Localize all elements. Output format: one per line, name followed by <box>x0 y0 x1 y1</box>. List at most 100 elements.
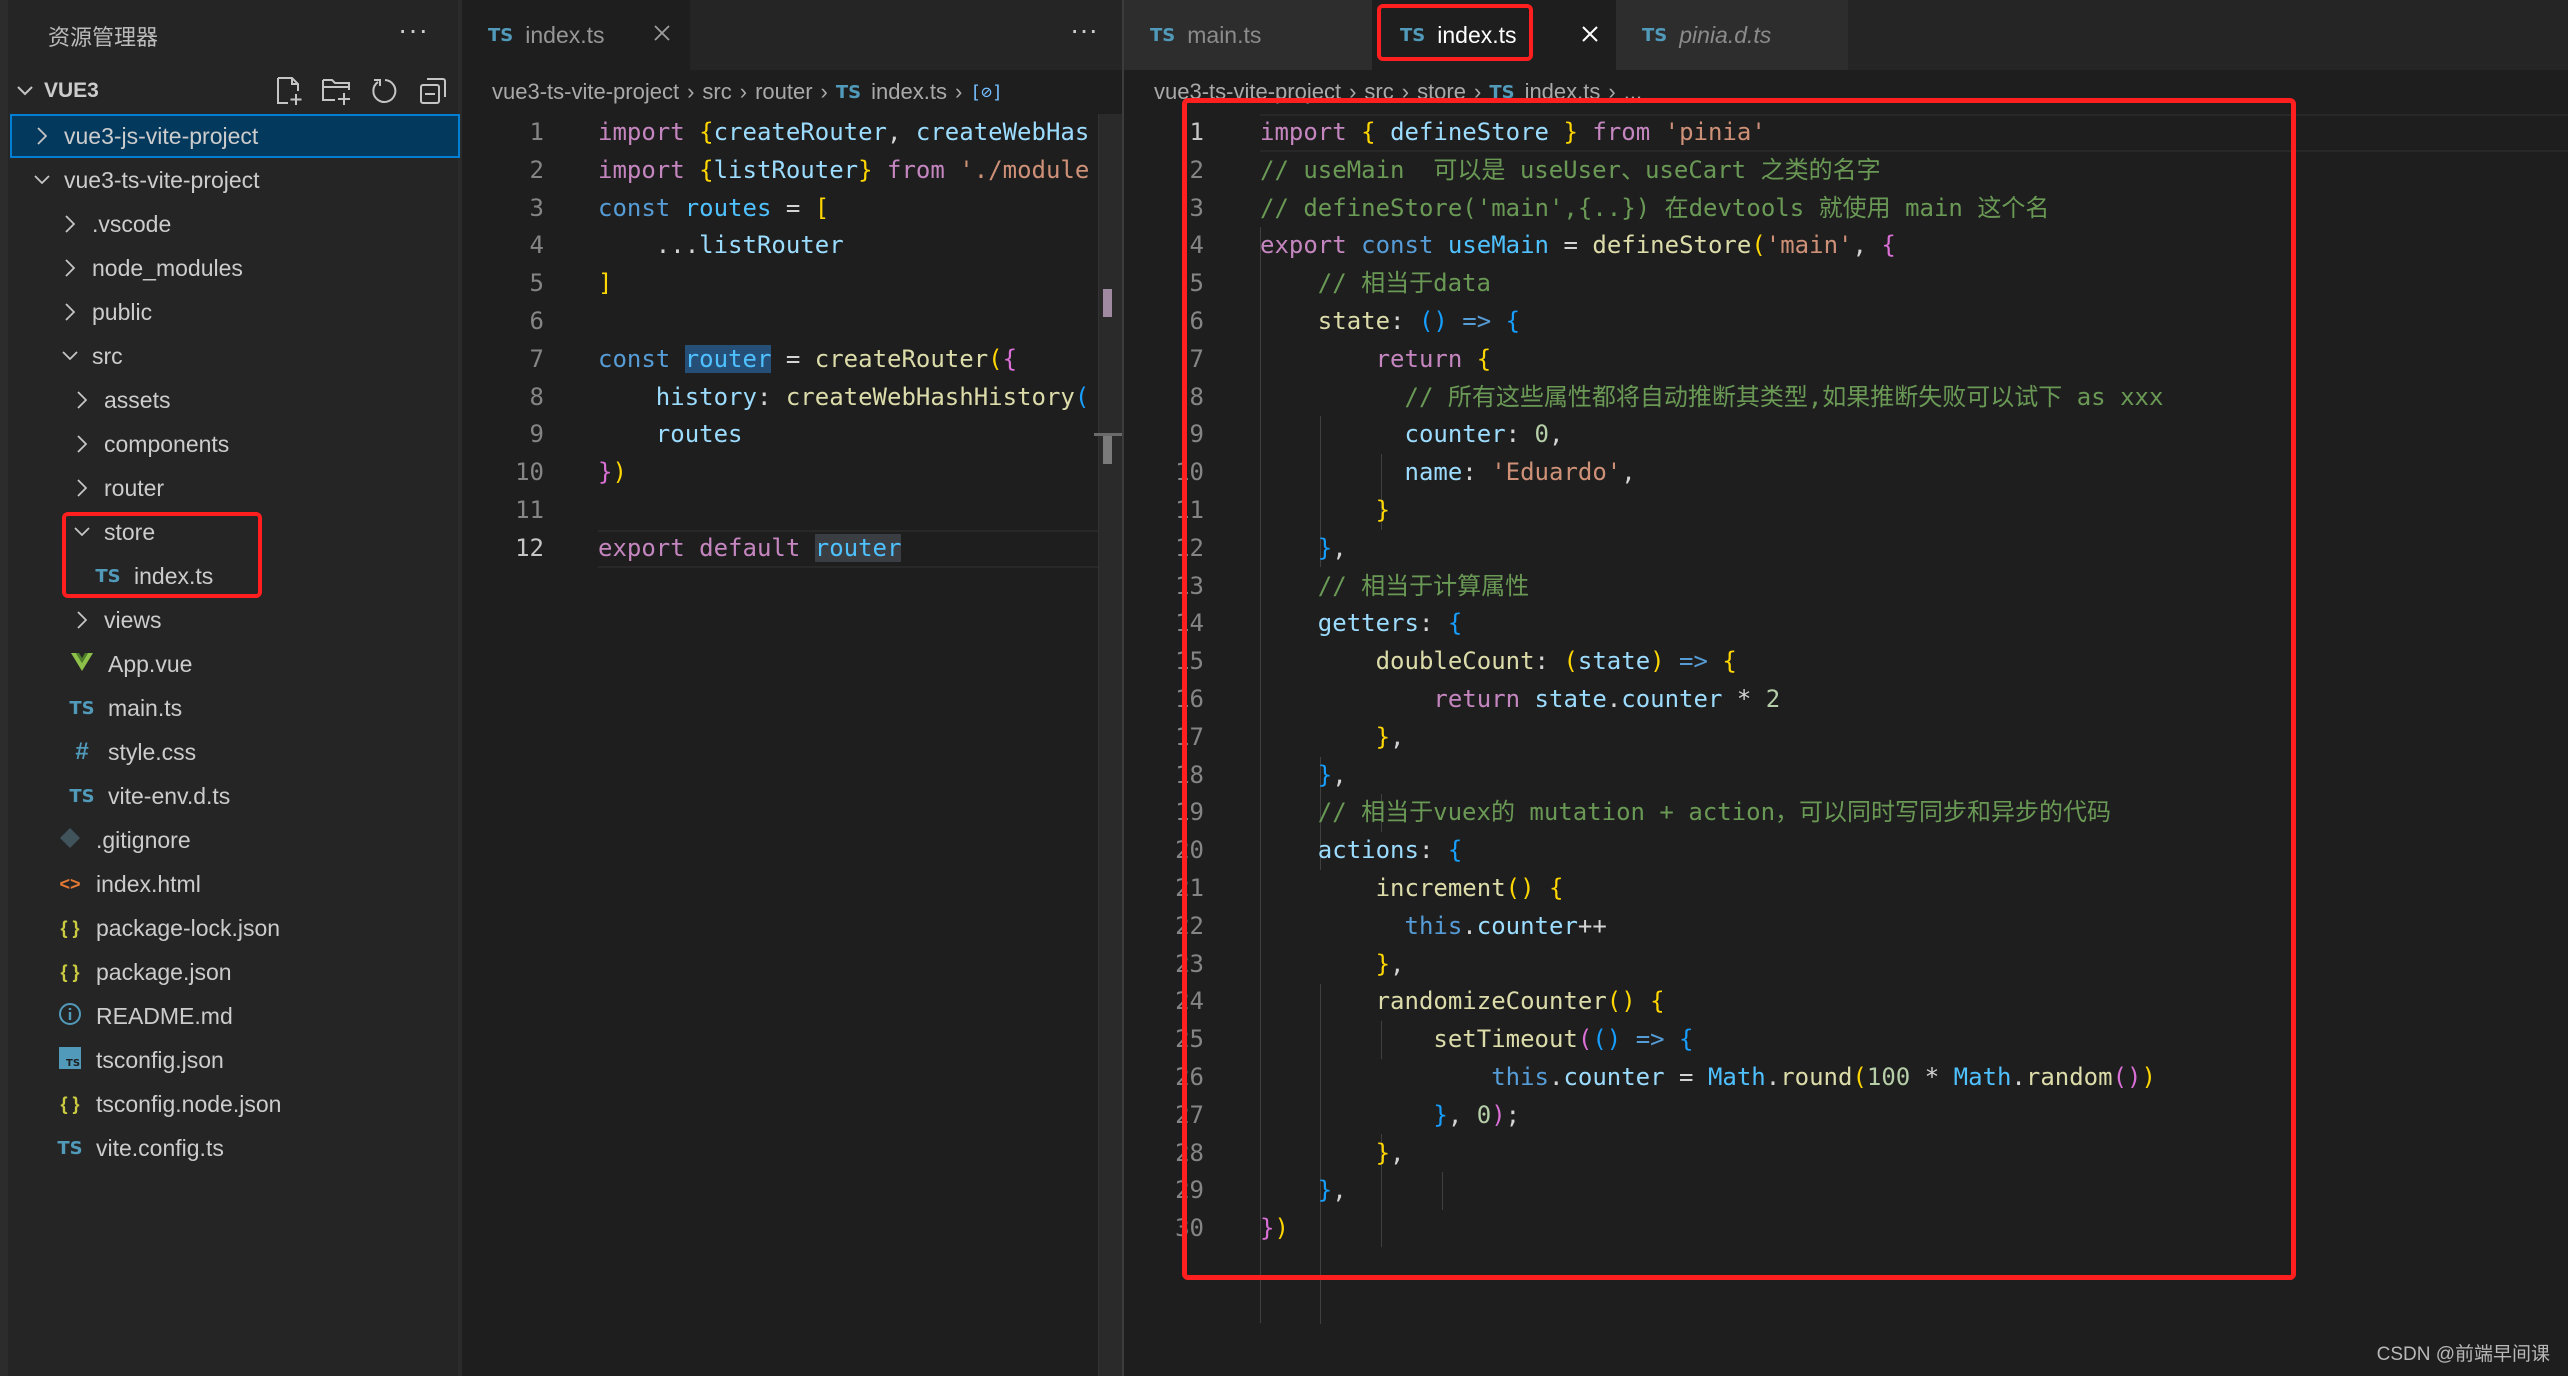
tree-file[interactable]: App.vue <box>10 642 460 686</box>
tab-main-ts[interactable]: TS main.ts <box>1124 0 1372 70</box>
code-line[interactable]: 27 }, 0); <box>1124 1097 2568 1135</box>
tab-router-index-ts[interactable]: TS index.ts <box>462 0 690 70</box>
close-tab-icon[interactable] <box>653 21 671 49</box>
code-line[interactable]: 21 increment() { <box>1124 870 2568 908</box>
tree-folder[interactable]: .vscode <box>10 202 460 246</box>
tab-store-index-ts[interactable]: TS index.ts <box>1372 0 1616 70</box>
code-line[interactable]: 9 routes <box>462 416 1102 454</box>
tree-folder[interactable]: vue3-ts-vite-project <box>10 158 460 202</box>
tree-folder[interactable]: components <box>10 422 460 466</box>
tree-file[interactable]: TS vite-env.d.ts <box>10 774 460 818</box>
code-line[interactable]: 2 import {listRouter} from './module <box>462 152 1102 190</box>
code-line[interactable]: 6 state: () => { <box>1124 303 2568 341</box>
breadcrumb-item[interactable]: vue3-ts-vite-project <box>1154 79 1341 105</box>
code-line[interactable]: 13 // 相当于计算属性 <box>1124 568 2568 606</box>
code-line[interactable]: 4 ...listRouter <box>462 227 1102 265</box>
code-line[interactable]: 15 doubleCount: (state) => { <box>1124 643 2568 681</box>
code-token: randomizeCounter <box>1260 987 1607 1016</box>
breadcrumb-item[interactable]: src <box>702 79 731 105</box>
tree-folder[interactable]: node_modules <box>10 246 460 290</box>
code-editor-right[interactable]: 1 import { defineStore } from 'pinia' 2 // … <box>1124 114 2568 1354</box>
code-line[interactable]: 29 }, <box>1124 1172 2568 1210</box>
tab-pinia-d-ts[interactable]: TS pinia.d.ts <box>1616 0 1848 70</box>
tree-item-label: views <box>104 606 162 633</box>
code-line[interactable]: 17 }, <box>1124 719 2568 757</box>
tree-folder[interactable]: router <box>10 466 460 510</box>
code-line[interactable]: 9 counter: 0, <box>1124 416 2568 454</box>
code-line[interactable]: 3 // defineStore('main',{..}) 在devtools 就… <box>1124 190 2568 228</box>
code-line[interactable]: 19 // 相当于vuex的 mutation + action，可以同时写同步… <box>1124 794 2568 832</box>
code-line[interactable]: 23 }, <box>1124 946 2568 984</box>
breadcrumb-item[interactable]: vue3-ts-vite-project <box>492 79 679 105</box>
typescript-file-icon: TS <box>1642 24 1668 46</box>
code-line[interactable]: 20 actions: { <box>1124 832 2568 870</box>
code-line[interactable]: 26 this.counter = Math.round(100 * Math.… <box>1124 1059 2568 1097</box>
code-line[interactable]: 24 randomizeCounter() { <box>1124 983 2568 1021</box>
code-line[interactable]: 7 return { <box>1124 341 2568 379</box>
tree-folder[interactable]: assets <box>10 378 460 422</box>
breadcrumb-item[interactable]: index.ts <box>1525 79 1601 105</box>
code-line[interactable]: 10 name: 'Eduardo', <box>1124 454 2568 492</box>
collapse-all-icon[interactable] <box>416 74 450 108</box>
close-tab-icon[interactable] <box>1580 20 1600 51</box>
code-line[interactable]: 14 getters: { <box>1124 605 2568 643</box>
tree-folder[interactable]: views <box>10 598 460 642</box>
breadcrumb-item[interactable]: index.ts <box>871 79 947 105</box>
tree-item-label: vue3-ts-vite-project <box>64 166 260 193</box>
code-line[interactable]: 11 <box>462 492 1102 530</box>
tree-file[interactable]: README.md <box>10 994 460 1038</box>
code-line[interactable]: 1 import {createRouter, createWebHas <box>462 114 1102 152</box>
code-line[interactable]: 10}) <box>462 454 1102 492</box>
tree-file[interactable]: { } package-lock.json <box>10 906 460 950</box>
code-token: import <box>598 118 700 146</box>
code-line[interactable]: 6 <box>462 303 1102 341</box>
tree-item-label: .gitignore <box>96 826 191 853</box>
code-text: actions: { <box>1260 832 1463 870</box>
code-line[interactable]: 18 }, <box>1124 757 2568 795</box>
new-folder-icon[interactable] <box>320 74 354 108</box>
code-line[interactable]: 28 }, <box>1124 1135 2568 1173</box>
code-line[interactable]: 22 this.counter++ <box>1124 908 2568 946</box>
code-line[interactable]: 1 import { defineStore } from 'pinia' <box>1124 114 2568 152</box>
tree-file[interactable]: TS index.ts <box>10 554 460 598</box>
code-line[interactable]: 3 const routes = [ <box>462 190 1102 228</box>
explorer-more-icon[interactable]: ··· <box>398 14 429 46</box>
tree-folder[interactable]: src <box>10 334 460 378</box>
breadcrumb-item[interactable]: router <box>755 79 812 105</box>
tree-file[interactable]: .gitignore <box>10 818 460 862</box>
tree-item-label: public <box>92 298 153 325</box>
code-line[interactable]: 11 } <box>1124 492 2568 530</box>
tree-file[interactable]: TS tsconfig.json <box>10 1038 460 1082</box>
code-line[interactable]: 4 export const useMain = defineStore('mai… <box>1124 227 2568 265</box>
breadcrumb-item[interactable]: ... <box>1624 79 1642 105</box>
tree-folder[interactable]: public <box>10 290 460 334</box>
scrollbar-thumb[interactable] <box>1103 436 1112 464</box>
code-line[interactable]: 8 history: createWebHashHistory( <box>462 379 1102 417</box>
refresh-icon[interactable] <box>368 74 402 108</box>
tree-file[interactable]: { } package.json <box>10 950 460 994</box>
code-line[interactable]: 12 }, <box>1124 530 2568 568</box>
code-line[interactable]: 5] <box>462 265 1102 303</box>
code-line[interactable]: 8 // 所有这些属性都将自动推断其类型,如果推断失败可以试下 as xxx <box>1124 379 2568 417</box>
tree-file[interactable]: TS main.ts <box>10 686 460 730</box>
tree-file[interactable]: TS vite.config.ts <box>10 1126 460 1170</box>
symbol-variable-icon[interactable]: [⊘] <box>970 82 1003 103</box>
tree-folder[interactable]: vue3-js-vite-project <box>10 114 460 158</box>
code-line[interactable]: 7 const router = createRouter({ <box>462 341 1102 379</box>
line-number: 5 <box>1189 269 1204 298</box>
code-editor-left[interactable]: 1 import {createRouter, createWebHas 2 impo… <box>462 114 1102 1354</box>
new-file-icon[interactable] <box>272 74 306 108</box>
tree-file[interactable]: <> index.html <box>10 862 460 906</box>
code-line[interactable]: 25 setTimeout(() => { <box>1124 1021 2568 1059</box>
editor-more-actions-icon[interactable]: ··· <box>1070 14 1098 46</box>
code-line[interactable]: 5 // 相当于data <box>1124 265 2568 303</box>
tree-folder[interactable]: store <box>10 510 460 554</box>
code-line[interactable]: 2 // useMain 可以是 useUser、useCart 之类的名字 <box>1124 152 2568 190</box>
code-line[interactable]: 16 return state.counter * 2 <box>1124 681 2568 719</box>
tree-file[interactable]: { } tsconfig.node.json <box>10 1082 460 1126</box>
code-line[interactable]: 12 export default router <box>462 530 1102 568</box>
breadcrumb-item[interactable]: store <box>1417 79 1466 105</box>
breadcrumb-item[interactable]: src <box>1364 79 1393 105</box>
tree-file[interactable]: # style.css <box>10 730 460 774</box>
code-line[interactable]: 30}) <box>1124 1210 2568 1248</box>
